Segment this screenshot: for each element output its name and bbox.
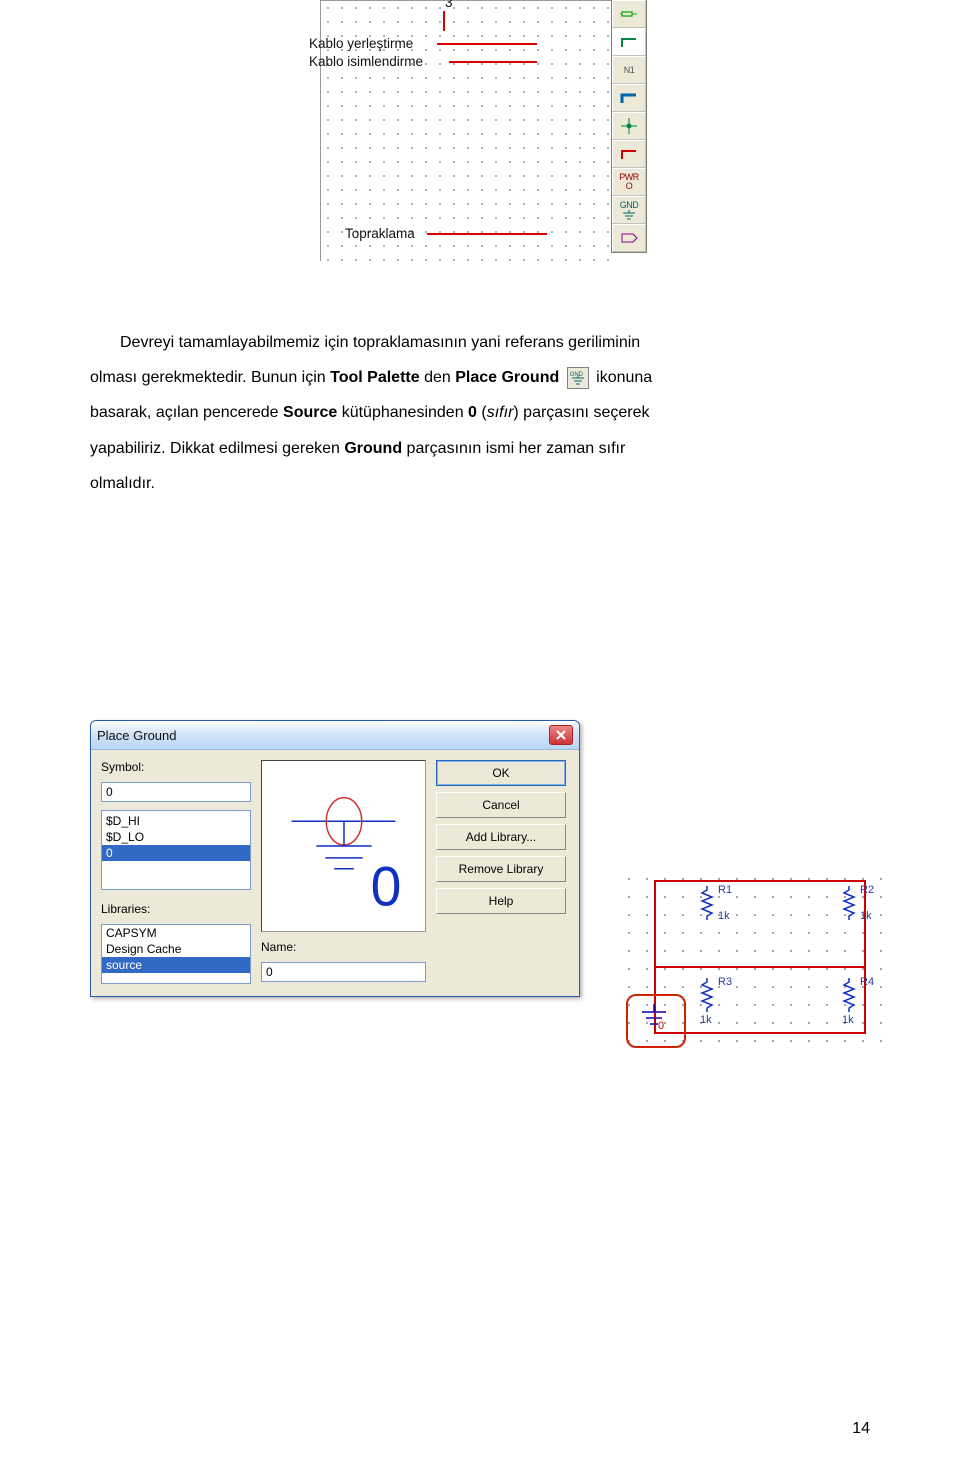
tool-power-icon[interactable]: PWRO [612, 168, 646, 196]
topraklama-label: Topraklama [345, 226, 415, 241]
list-item[interactable]: $D_HI [102, 813, 250, 829]
r4-name: R4 [860, 976, 874, 988]
remove-library-button[interactable]: Remove Library [436, 856, 566, 882]
symbol-listbox[interactable]: $D_HI $D_LO 0 [101, 810, 251, 890]
list-item[interactable]: CAPSYM [102, 925, 250, 941]
r1-name: R1 [718, 884, 732, 896]
resistor-r3 [700, 978, 714, 1012]
r2-name: R2 [860, 884, 874, 896]
name-label: Name: [261, 940, 426, 954]
tool-junction-icon[interactable] [612, 112, 646, 140]
place-ground-dialog: Place Ground Symbol: $D_HI $D_LO 0 Libra… [90, 720, 580, 997]
resistor-r4 [842, 978, 856, 1012]
list-item[interactable]: 0 [102, 845, 250, 861]
r4-value: 1k [842, 1014, 854, 1026]
symbol-preview: 0 [261, 760, 426, 932]
ground-zero-label: 0 [658, 1020, 664, 1032]
libraries-label: Libraries: [101, 902, 251, 916]
r2-value: 1k [860, 910, 872, 922]
r3-value: 1k [700, 1014, 712, 1026]
tool-offpage-icon[interactable] [612, 224, 646, 252]
tool-part-icon[interactable] [612, 0, 646, 28]
r1-value: 1k [718, 910, 730, 922]
ok-button[interactable]: OK [436, 760, 566, 786]
name-input[interactable] [261, 962, 426, 982]
page-number: 14 [852, 1420, 870, 1438]
cancel-button[interactable]: Cancel [436, 792, 566, 818]
resistor-r2 [842, 886, 856, 920]
schematic-canvas: 3 Kablo yerleştirme Kablo isimlendirme T… [320, 0, 611, 261]
pin-number-label: 3 [445, 0, 453, 10]
dialog-title: Place Ground [97, 728, 549, 743]
list-item[interactable]: source [102, 957, 250, 973]
tool-net-alias-icon[interactable]: N1 [612, 56, 646, 84]
resistor-r1 [700, 886, 714, 920]
ground-icon [567, 367, 589, 389]
tool-bus-entry-icon[interactable] [612, 140, 646, 168]
body-paragraph: Devreyi tamamlayabilmemiz için topraklam… [90, 325, 870, 501]
add-library-button[interactable]: Add Library... [436, 824, 566, 850]
list-item[interactable]: $D_LO [102, 829, 250, 845]
tool-wire-icon[interactable] [612, 28, 646, 56]
kablo-yerlestirme-label: Kablo yerleştirme [309, 36, 413, 51]
libraries-listbox[interactable]: CAPSYM Design Cache source [101, 924, 251, 984]
tool-ground-icon[interactable]: GND [612, 196, 646, 224]
close-icon[interactable] [549, 725, 573, 745]
kablo-isimlendirme-label: Kablo isimlendirme [309, 54, 423, 69]
symbol-label: Symbol: [101, 760, 251, 774]
help-button[interactable]: Help [436, 888, 566, 914]
tool-bus-icon[interactable] [612, 84, 646, 112]
dialog-titlebar[interactable]: Place Ground [91, 721, 579, 750]
list-item[interactable]: Design Cache [102, 941, 250, 957]
symbol-input[interactable] [101, 782, 251, 802]
result-schematic: 0 R1 1k R2 1k R3 1k R4 1k [620, 870, 890, 1055]
r3-name: R3 [718, 976, 732, 988]
tool-palette: N1 PWRO GND [611, 0, 647, 253]
preview-glyph: 0 [371, 855, 402, 917]
